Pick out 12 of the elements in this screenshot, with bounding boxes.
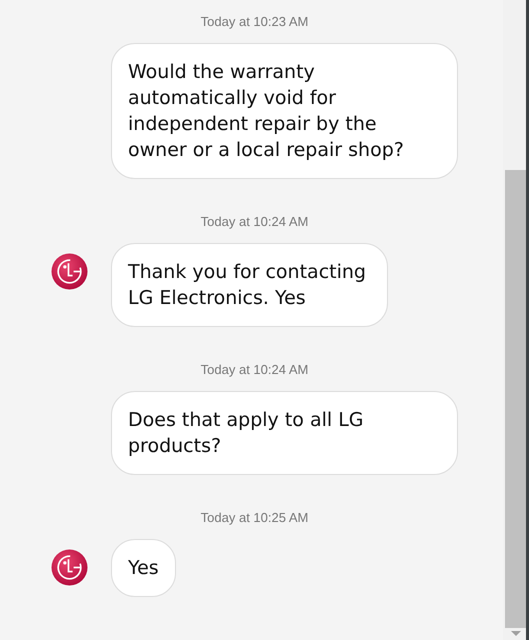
timestamp: Today at 10:23 AM bbox=[200, 14, 308, 30]
agent-message: Yes bbox=[111, 539, 176, 597]
logo-icon bbox=[51, 549, 88, 586]
timestamp: Today at 10:25 AM bbox=[200, 510, 308, 526]
user-message: Would the warranty automatically void for independent repair by the owner or a local repair shop? bbox=[111, 43, 458, 179]
scrollbar-thumb[interactable] bbox=[505, 170, 526, 628]
timestamp: Today at 10:24 AM bbox=[200, 214, 308, 230]
scroll-down-icon[interactable] bbox=[510, 630, 520, 636]
logo-icon bbox=[51, 253, 88, 290]
agent-message: Thank you for contacting LG Electronics. Yes bbox=[111, 243, 388, 327]
user-message: Does that apply to all LG products? bbox=[111, 391, 458, 475]
timestamp: Today at 10:24 AM bbox=[200, 362, 308, 378]
